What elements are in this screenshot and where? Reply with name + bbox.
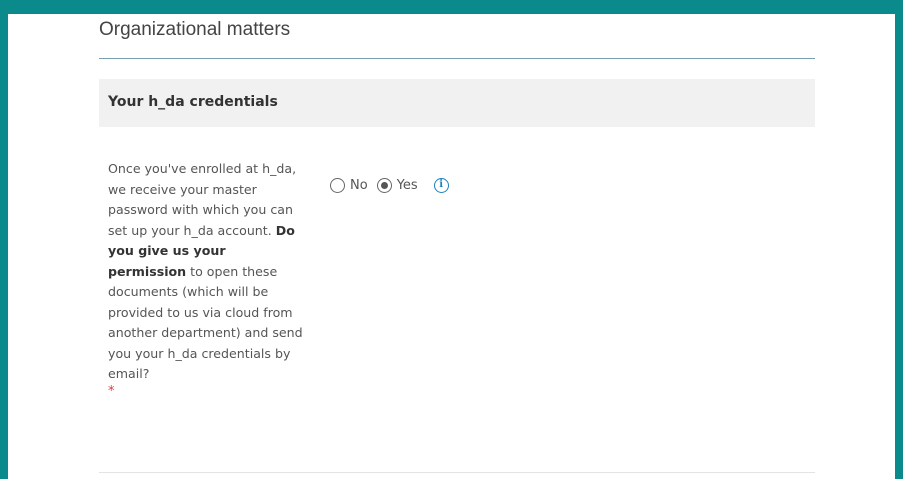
question-text-rest: to open these documents (which will be p… xyxy=(108,263,303,382)
section-title: Organizational matters xyxy=(99,19,291,40)
radio-yes[interactable] xyxy=(376,177,392,193)
required-marker: * xyxy=(108,383,115,399)
subsection-header: Your h_da credentials xyxy=(99,79,815,127)
question-text: Once you've enrolled at h_da, we receive… xyxy=(108,159,308,399)
radio-no[interactable] xyxy=(330,177,345,193)
page-background xyxy=(0,0,903,14)
section-divider xyxy=(99,58,815,59)
question-text-intro: Once you've enrolled at h_da, we receive… xyxy=(108,161,297,238)
permission-radio-group: No Yes i xyxy=(330,174,449,196)
form-panel: Organizational matters Your h_da credent… xyxy=(8,14,895,479)
info-icon[interactable]: i xyxy=(433,177,449,193)
row-divider xyxy=(99,472,815,473)
radio-no-label[interactable]: No xyxy=(350,178,368,193)
subsection-title: Your h_da credentials xyxy=(108,94,278,110)
radio-yes-label[interactable]: Yes xyxy=(397,178,418,193)
